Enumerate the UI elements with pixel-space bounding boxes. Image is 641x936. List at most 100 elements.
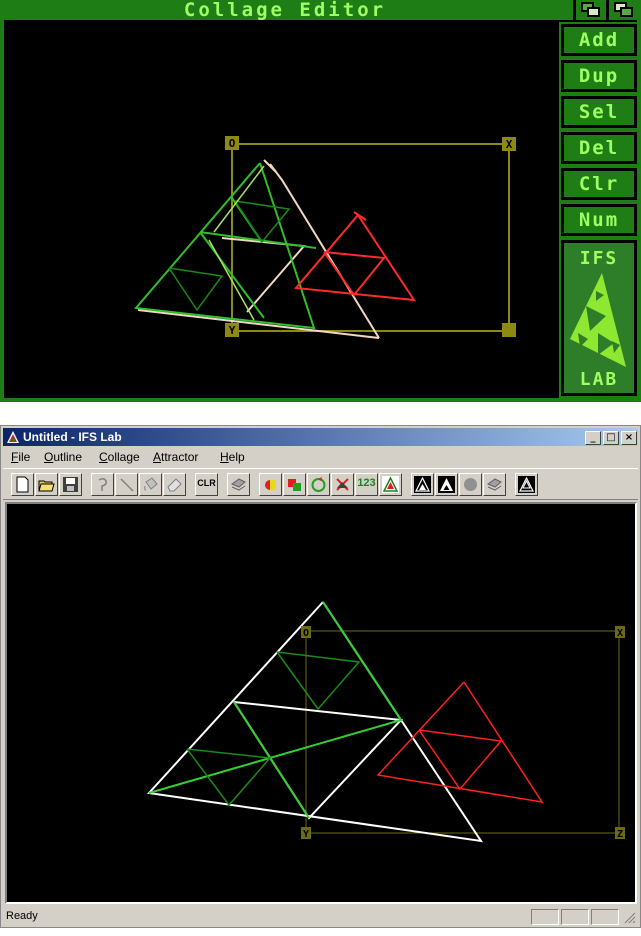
lasso-icon bbox=[98, 477, 107, 491]
gray-rotate-button[interactable] bbox=[483, 473, 506, 496]
svg-text:X: X bbox=[617, 628, 623, 639]
attractor-2-button[interactable] bbox=[435, 473, 458, 496]
status-text: Ready bbox=[6, 910, 38, 922]
minimize-button[interactable]: _ bbox=[585, 431, 601, 445]
close-button[interactable]: × bbox=[621, 431, 637, 445]
status-pane-2 bbox=[561, 909, 589, 925]
lasso-button[interactable] bbox=[91, 473, 114, 496]
menu-outline-label: Outline bbox=[44, 450, 83, 464]
toolbar: CLR 123 bbox=[3, 468, 638, 500]
amiga-collage-canvas[interactable]: O X Y bbox=[4, 20, 557, 398]
save-button[interactable] bbox=[59, 473, 82, 496]
green-subdivisions bbox=[168, 200, 291, 312]
amiga-title: Collage Editor bbox=[183, 0, 387, 21]
add-button[interactable]: Add bbox=[559, 22, 639, 58]
window-title: Untitled - IFS Lab bbox=[23, 430, 122, 444]
window-title-bar[interactable]: Untitled - IFS Lab _ □ × bbox=[3, 428, 638, 446]
resize-grip-icon[interactable] bbox=[623, 911, 636, 924]
red-green-button[interactable] bbox=[259, 473, 282, 496]
clr-tool-button[interactable]: CLR bbox=[195, 473, 218, 496]
svg-text:Y: Y bbox=[229, 324, 236, 337]
menu-outline[interactable]: Outline bbox=[44, 450, 82, 464]
ifs-lab-canvas[interactable]: O X Y Z bbox=[5, 502, 637, 904]
selection-box bbox=[231, 143, 510, 332]
status-pane-1 bbox=[531, 909, 559, 925]
open-button[interactable] bbox=[35, 473, 58, 496]
new-button[interactable] bbox=[11, 473, 34, 496]
dup-button[interactable]: Dup bbox=[559, 58, 639, 94]
triangle-button[interactable] bbox=[379, 473, 402, 496]
white-triangle[interactable] bbox=[146, 601, 484, 843]
del-button[interactable]: Del bbox=[559, 130, 639, 166]
collage-editor-window: Collage Editor O X Y Add Dup Sel Del Clr… bbox=[0, 0, 641, 402]
delete-button[interactable] bbox=[331, 473, 354, 496]
handle-origin[interactable]: O bbox=[225, 136, 239, 150]
green-subdivisions bbox=[186, 651, 361, 807]
gray-rotate-icon bbox=[486, 478, 502, 491]
red-triangle[interactable] bbox=[376, 681, 544, 804]
svg-text:Y: Y bbox=[303, 829, 309, 840]
menu-collage[interactable]: Collage bbox=[99, 450, 140, 464]
rotate-circle-icon bbox=[311, 477, 326, 492]
num-button[interactable]: Num bbox=[559, 202, 639, 238]
amiga-depth-front-icon[interactable] bbox=[606, 0, 641, 20]
clr-button[interactable]: Clr bbox=[559, 166, 639, 202]
clr-tool-label: CLR bbox=[197, 478, 216, 488]
handle-origin[interactable]: O bbox=[301, 626, 311, 639]
menu-help-label: Help bbox=[220, 450, 245, 464]
red-green-square-button[interactable] bbox=[283, 473, 306, 496]
attractor-1-button[interactable] bbox=[411, 473, 434, 496]
red-green-icon bbox=[265, 480, 276, 490]
red-green-square-icon bbox=[288, 479, 301, 491]
rotate-circle-button[interactable] bbox=[307, 473, 330, 496]
status-bar: Ready bbox=[3, 907, 638, 926]
menu-attractor-label: Attractor bbox=[153, 450, 199, 464]
handle-x[interactable]: X bbox=[615, 626, 625, 639]
gray-circle-icon bbox=[464, 478, 477, 491]
menu-file-label: File bbox=[11, 450, 31, 464]
svg-text:O: O bbox=[303, 628, 309, 639]
attractor-1-icon bbox=[414, 476, 431, 493]
line-icon bbox=[120, 478, 134, 492]
logo-text-bottom: LAB bbox=[579, 369, 619, 390]
logo-text-top: IFS bbox=[579, 248, 619, 269]
svg-text:X: X bbox=[506, 138, 513, 151]
handle-corner[interactable] bbox=[502, 323, 516, 337]
numbers-button[interactable]: 123 bbox=[355, 473, 378, 496]
svg-text:Z: Z bbox=[617, 829, 623, 840]
gray-circle-button[interactable] bbox=[459, 473, 482, 496]
attractor-3-button[interactable] bbox=[515, 473, 538, 496]
menu-collage-label: Collage bbox=[99, 450, 140, 464]
menu-file[interactable]: File bbox=[11, 450, 30, 464]
status-pane-3 bbox=[591, 909, 619, 925]
green-triangle[interactable] bbox=[148, 601, 403, 819]
handle-z[interactable]: Z bbox=[615, 827, 625, 840]
fill-button[interactable] bbox=[139, 473, 162, 496]
attractor-2-icon bbox=[438, 476, 455, 493]
red-triangle[interactable] bbox=[294, 211, 416, 302]
eraser-button[interactable] bbox=[163, 473, 186, 496]
line-button[interactable] bbox=[115, 473, 138, 496]
fill-icon bbox=[144, 477, 158, 491]
menu-bar: File Outline Collage Attractor Help bbox=[3, 448, 638, 466]
app-icon[interactable] bbox=[6, 430, 20, 444]
menu-attractor[interactable]: Attractor bbox=[153, 450, 198, 464]
ifs-lab-window: Untitled - IFS Lab _ □ × File Outline Co… bbox=[0, 425, 641, 928]
ifs-lab-logo: IFS LAB bbox=[559, 238, 639, 398]
rotate-icon bbox=[230, 478, 246, 491]
rotate-button[interactable] bbox=[227, 473, 250, 496]
amiga-title-bar[interactable]: Collage Editor bbox=[0, 0, 641, 20]
sierpinski-icon bbox=[570, 273, 626, 367]
triangle-icon bbox=[382, 476, 399, 493]
menu-help[interactable]: Help bbox=[220, 450, 245, 464]
sel-button[interactable]: Sel bbox=[559, 94, 639, 130]
maximize-button[interactable]: □ bbox=[603, 431, 619, 445]
handle-y[interactable]: Y bbox=[301, 827, 311, 840]
amiga-depth-back-icon[interactable] bbox=[573, 0, 603, 20]
new-icon bbox=[16, 476, 29, 493]
numbers-label: 123 bbox=[357, 477, 376, 489]
attractor-3-icon bbox=[518, 476, 535, 493]
svg-text:O: O bbox=[229, 137, 236, 150]
handle-y[interactable]: Y bbox=[225, 323, 239, 337]
handle-x[interactable]: X bbox=[502, 137, 516, 151]
